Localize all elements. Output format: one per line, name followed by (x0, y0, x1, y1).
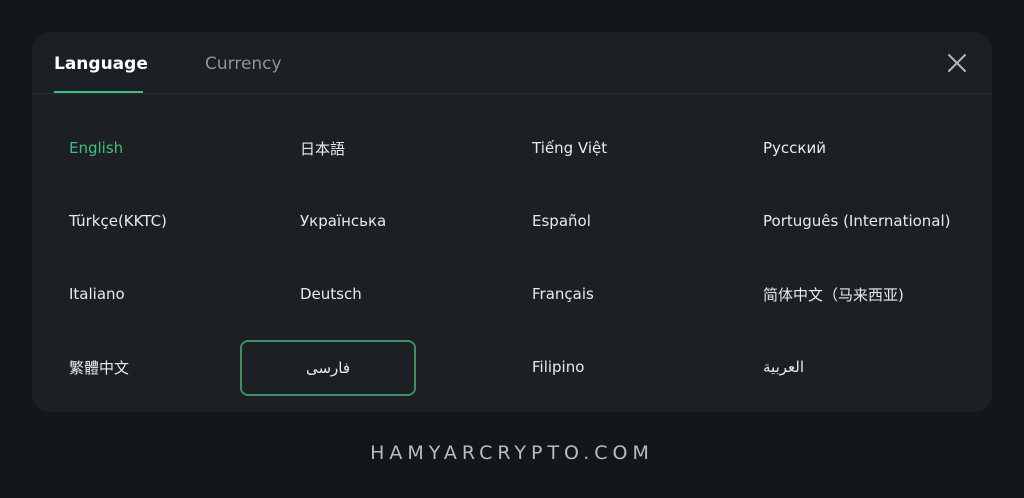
tab-language[interactable]: Language (54, 52, 148, 76)
language-option-filipino[interactable]: Filipino (527, 339, 703, 395)
language-option-german[interactable]: Deutsch (295, 266, 471, 322)
footer-watermark: HAMYARCRYPTO.COM (370, 442, 654, 464)
tab-currency[interactable]: Currency (205, 52, 282, 76)
language-option-russian[interactable]: Русский (758, 120, 934, 176)
language-grid: English 日本語 Tiếng Việt Русский Türkçe(KK… (32, 94, 992, 412)
language-option-persian[interactable]: فارسی (240, 340, 416, 396)
language-option-english[interactable]: English (64, 120, 240, 176)
close-button[interactable] (944, 50, 970, 76)
language-option-spanish[interactable]: Español (527, 193, 703, 249)
close-icon (948, 54, 966, 72)
language-option-vietnamese[interactable]: Tiếng Việt (527, 120, 703, 176)
language-option-japanese[interactable]: 日本語 (295, 120, 471, 176)
language-currency-modal: Language Currency English 日本語 Tiếng Việt… (32, 32, 992, 412)
language-option-simplified-chinese-malaysia[interactable]: 简体中文（马来西亚) (758, 266, 978, 322)
tab-bar: Language Currency (32, 32, 992, 94)
language-option-french[interactable]: Français (527, 266, 703, 322)
language-option-traditional-chinese[interactable]: 繁體中文 (64, 339, 240, 395)
active-tab-indicator (54, 91, 143, 93)
language-option-arabic[interactable]: العربية (758, 339, 934, 395)
language-option-ukrainian[interactable]: Українська (295, 193, 471, 249)
language-option-italian[interactable]: Italiano (64, 266, 240, 322)
language-option-portuguese-international[interactable]: Português (International) (758, 193, 951, 249)
page: Language Currency English 日本語 Tiếng Việt… (0, 0, 1024, 498)
language-option-turkish-kktc[interactable]: Türkçe(KKTC) (64, 193, 240, 249)
